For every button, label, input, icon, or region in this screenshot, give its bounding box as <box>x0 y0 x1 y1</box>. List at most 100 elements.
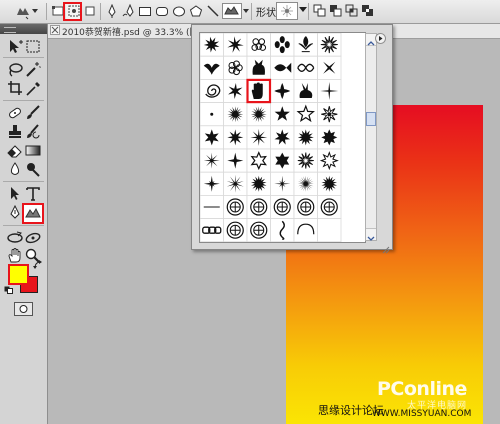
shape-cell-sparkle[interactable] <box>200 171 224 196</box>
shape-cell-leaf-cross[interactable] <box>270 79 295 104</box>
intersect-shape-areas-icon[interactable] <box>344 3 360 19</box>
add-to-shape-area-icon[interactable] <box>312 3 328 19</box>
shape-scrollbar[interactable] <box>365 33 377 241</box>
shape-cell-vertical-knot[interactable] <box>270 218 295 242</box>
shape-cell-cat[interactable] <box>246 55 271 80</box>
shape-cell-star12[interactable] <box>293 125 318 150</box>
toolbox-grip-icon[interactable] <box>4 27 16 33</box>
blur-tool-icon[interactable] <box>6 161 24 178</box>
shape-cell-starburst[interactable] <box>246 102 271 127</box>
clone-stamp-tool-icon[interactable] <box>6 123 24 140</box>
scroll-thumb[interactable] <box>366 112 376 126</box>
rectangle-tool-icon[interactable] <box>137 3 153 19</box>
shape-cell-sun-burst[interactable] <box>317 171 342 196</box>
hand-tool-icon[interactable] <box>6 247 24 264</box>
magic-wand-tool-icon[interactable] <box>24 61 42 78</box>
shape-cell-star12-thin[interactable] <box>293 148 318 173</box>
3d-rotate-tool-icon[interactable] <box>6 229 24 246</box>
shape-cell-blank[interactable] <box>317 218 342 242</box>
history-brush-tool-icon[interactable] <box>24 123 42 140</box>
shape-cell-flower[interactable] <box>223 55 248 80</box>
freeform-pen-icon[interactable] <box>121 3 137 19</box>
shape-cell-circle-knot[interactable] <box>293 194 318 219</box>
line-tool-icon[interactable] <box>205 3 221 19</box>
shape-cell-bird[interactable] <box>200 55 224 80</box>
shape-cell-flower-cluster[interactable] <box>246 33 271 57</box>
shape-cell-star8[interactable] <box>223 125 248 150</box>
brush-tool-icon[interactable] <box>24 104 42 121</box>
shape-cell-star-compass[interactable] <box>317 102 342 127</box>
geometry-options-arrow-icon[interactable] <box>243 9 249 13</box>
shape-cell-chain[interactable] <box>200 218 224 242</box>
swap-colors-icon[interactable] <box>33 260 43 270</box>
eraser-tool-icon[interactable] <box>6 142 24 159</box>
shape-cell-circle-knot[interactable] <box>270 194 295 219</box>
shape-cell-star6-bold[interactable] <box>270 148 295 173</box>
shape-picker-arrow-icon[interactable] <box>299 7 307 12</box>
ellipse-tool-icon[interactable] <box>171 3 187 19</box>
move-tool-icon[interactable] <box>6 38 24 55</box>
shape-cell-circle-knot[interactable] <box>246 194 271 219</box>
shape-cell-starburst[interactable] <box>223 102 248 127</box>
shape-cell-dot[interactable] <box>200 102 224 127</box>
shape-cell-line[interactable] <box>200 194 224 219</box>
shape-cell-star5[interactable] <box>270 102 295 127</box>
shape-cell-rabbit[interactable] <box>293 79 318 104</box>
gradient-tool-icon[interactable] <box>24 142 42 159</box>
tool-preset-arrow-icon[interactable] <box>32 9 38 13</box>
rectangular-marquee-tool-icon[interactable] <box>24 38 42 55</box>
lasso-tool-icon[interactable] <box>6 61 24 78</box>
panel-menu-icon[interactable] <box>375 33 386 44</box>
shape-cell-star8-outline[interactable] <box>317 148 342 173</box>
shape-cell-star5-outline[interactable] <box>293 102 318 127</box>
spot-healing-brush-icon[interactable] <box>6 104 24 121</box>
crop-tool-icon[interactable] <box>6 80 24 97</box>
shape-cell-sparkle-thin[interactable] <box>270 171 295 196</box>
scroll-down-icon[interactable] <box>366 228 376 241</box>
foreground-color-swatch[interactable] <box>8 264 29 285</box>
shape-cell-splat[interactable] <box>200 33 224 57</box>
shape-cell-circle-knot[interactable] <box>317 194 342 219</box>
shape-cell-ornament[interactable] <box>293 55 318 80</box>
resize-grip-icon[interactable] <box>382 239 390 254</box>
shape-cell-fleur[interactable] <box>293 33 318 57</box>
pen-tool-icon[interactable] <box>104 3 120 19</box>
shape-cell-star7[interactable] <box>270 125 295 150</box>
shape-cell-splash[interactable] <box>223 79 248 104</box>
close-document-icon[interactable] <box>50 25 60 35</box>
default-colors-icon[interactable] <box>4 286 14 294</box>
shape-cell-circle-knot[interactable] <box>223 218 248 242</box>
shape-cell-circle-knot[interactable] <box>223 194 248 219</box>
3d-orbit-tool-icon[interactable] <box>24 229 42 246</box>
dodge-tool-icon[interactable] <box>24 161 42 178</box>
shape-cell-star8-thin[interactable] <box>200 148 224 173</box>
quick-mask-icon[interactable] <box>14 302 33 316</box>
shape-cell-star6-outline[interactable] <box>246 148 271 173</box>
fill-pixels-mode-icon[interactable] <box>82 3 98 19</box>
shape-cell-blot-star[interactable] <box>223 33 248 57</box>
shape-cell-star8-spike[interactable] <box>246 125 271 150</box>
shape-cell-star4-flare[interactable] <box>317 79 342 104</box>
shape-cell-star4[interactable] <box>223 148 248 173</box>
subtract-from-shape-area-icon[interactable] <box>328 3 344 19</box>
shape-cell-frame[interactable] <box>293 218 318 242</box>
shape-cell-leaf-cluster[interactable] <box>270 33 295 57</box>
eyedropper-tool-icon[interactable] <box>24 80 42 97</box>
shape-cell-starburst-thin[interactable] <box>293 171 318 196</box>
rounded-rectangle-tool-icon[interactable] <box>154 3 170 19</box>
custom-shape-tool-icon[interactable] <box>222 3 242 19</box>
tool-preset-picker-icon[interactable] <box>14 3 30 20</box>
shape-cell-spike-burst[interactable] <box>223 171 248 196</box>
exclude-overlapping-shape-areas-icon[interactable] <box>360 3 376 19</box>
type-tool-icon[interactable] <box>24 185 42 202</box>
shape-cell-star6[interactable] <box>200 125 224 150</box>
toolbox-header[interactable] <box>0 24 47 34</box>
shape-cell-hand[interactable] <box>246 79 271 104</box>
shape-picker-button[interactable] <box>276 2 298 20</box>
shape-cell-fish[interactable] <box>270 55 295 80</box>
polygon-tool-icon[interactable] <box>188 3 204 19</box>
shape-cell-star8-bold[interactable] <box>317 125 342 150</box>
path-selection-tool-icon[interactable] <box>6 185 24 202</box>
shape-cell-sun-burst[interactable] <box>246 171 271 196</box>
shape-cell-spiral[interactable] <box>200 79 224 104</box>
